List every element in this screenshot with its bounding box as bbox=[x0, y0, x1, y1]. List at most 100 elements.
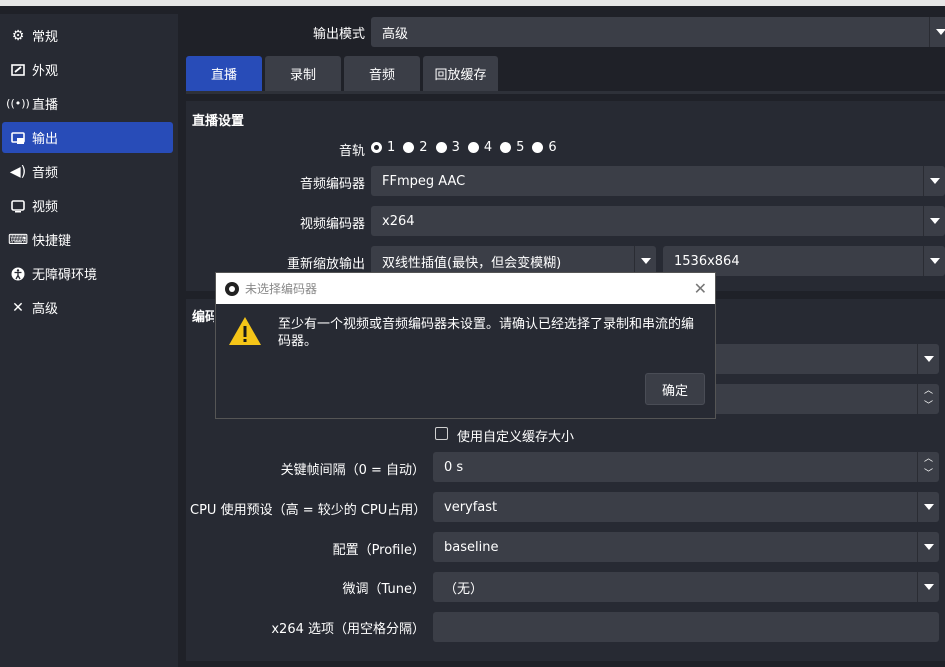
sidebar-item-output[interactable]: 输出 bbox=[2, 122, 173, 153]
tab-stream[interactable]: 直播 bbox=[186, 56, 262, 91]
window-top-edge bbox=[0, 0, 945, 6]
sidebar-item-label: 音频 bbox=[32, 166, 59, 181]
chevron-down-icon bbox=[917, 572, 939, 602]
output-mode-select[interactable]: 高级 bbox=[371, 17, 945, 47]
sidebar-item-label: 无障碍环境 bbox=[32, 268, 98, 283]
dialog-titlebar: 未选择编码器 ✕ bbox=[216, 273, 715, 304]
paint-icon bbox=[10, 62, 26, 78]
keyframe-interval-value: 0 s bbox=[444, 459, 464, 475]
track-label: 1 bbox=[387, 140, 396, 155]
dialog-title: 未选择编码器 bbox=[245, 282, 318, 296]
track-radio-2[interactable]: 2 bbox=[403, 140, 428, 155]
chevron-down-icon bbox=[917, 344, 939, 374]
keyboard-icon: ⌨ bbox=[7, 231, 29, 248]
tune-select[interactable]: （无） bbox=[433, 572, 939, 602]
sidebar-item-stream[interactable]: ((•)) 直播 bbox=[2, 88, 173, 119]
track-label: 4 bbox=[483, 140, 493, 155]
radio-icon bbox=[403, 142, 415, 153]
sidebar-item-hotkeys[interactable]: ⌨ 快捷键 bbox=[2, 224, 173, 255]
sidebar-item-label: 外观 bbox=[32, 64, 59, 79]
profile-label: 配置（Profile） bbox=[332, 543, 425, 558]
sidebar-item-general[interactable]: ⚙ 常规 bbox=[2, 20, 173, 51]
output-mode-value: 高级 bbox=[382, 26, 409, 42]
sidebar-item-appearance[interactable]: 外观 bbox=[2, 54, 173, 85]
track-radio-3[interactable]: 3 bbox=[435, 140, 460, 155]
spinner-icon[interactable]: ︿ ﹀ bbox=[917, 384, 939, 414]
output-mode-label: 输出模式 bbox=[312, 27, 365, 42]
chevron-down-icon bbox=[917, 532, 939, 562]
cpu-preset-value: veryfast bbox=[444, 499, 498, 515]
encoder-settings-title: 编码器设置 bbox=[192, 310, 214, 325]
radio-icon bbox=[435, 142, 447, 153]
settings-sidebar: ⚙ 常规 外观 ((•)) 直播 输出 ◀) 音频 视频 ⌨ 快捷键 无障碍环境 bbox=[0, 14, 178, 667]
sidebar-item-label: 输出 bbox=[32, 132, 59, 147]
custom-buffer-label: 使用自定义缓存大小 bbox=[457, 430, 575, 445]
rescale-filter-value: 双线性插值(最快，但会变模糊) bbox=[382, 255, 562, 271]
tune-label: 微调（Tune） bbox=[342, 582, 425, 597]
sidebar-item-advanced[interactable]: ✕ 高级 bbox=[2, 292, 173, 323]
sidebar-item-audio[interactable]: ◀) 音频 bbox=[2, 156, 173, 187]
tab-underline bbox=[186, 91, 945, 94]
sidebar-item-label: 直播 bbox=[32, 98, 59, 113]
track-label: 2 bbox=[419, 140, 428, 155]
track-radio-6[interactable]: 6 bbox=[532, 140, 557, 155]
spinner-icon[interactable]: ︿ ﹀ bbox=[917, 452, 939, 482]
video-encoder-value: x264 bbox=[382, 213, 415, 229]
tools-icon: ✕ bbox=[12, 299, 24, 316]
ok-button[interactable]: 确定 bbox=[645, 373, 705, 405]
x264-options-input[interactable] bbox=[433, 612, 939, 642]
tab-audio[interactable]: 音频 bbox=[344, 56, 420, 91]
chevron-down-icon bbox=[923, 246, 945, 276]
sidebar-item-label: 常规 bbox=[32, 30, 59, 45]
track-label: 5 bbox=[516, 140, 525, 155]
no-encoder-dialog: 未选择编码器 ✕ 至少有一个视频或音频编码器未设置。请确认已经选择了录制和串流的… bbox=[215, 272, 716, 419]
output-tabs: 直播 录制 音频 回放缓存 bbox=[186, 56, 498, 91]
chevron-down-icon bbox=[917, 492, 939, 522]
keyframe-interval-spinbox[interactable]: 0 s ︿ ﹀ bbox=[433, 452, 939, 482]
sidebar-item-label: 快捷键 bbox=[32, 234, 72, 249]
track-label: 3 bbox=[451, 140, 460, 155]
close-icon[interactable]: ✕ bbox=[694, 279, 707, 298]
profile-value: baseline bbox=[444, 539, 499, 555]
sidebar-item-accessibility[interactable]: 无障碍环境 bbox=[2, 258, 173, 289]
rescale-output-label: 重新缩放输出 bbox=[286, 257, 365, 272]
track-radio-4[interactable]: 4 bbox=[467, 140, 493, 155]
sidebar-item-video[interactable]: 视频 bbox=[2, 190, 173, 221]
audio-track-radio-group: 1 2 3 4 5 6 bbox=[371, 140, 565, 155]
custom-buffer-checkbox[interactable] bbox=[435, 427, 448, 440]
speaker-icon: ◀) bbox=[9, 163, 27, 180]
audio-encoder-value: FFmpeg AAC bbox=[382, 173, 466, 189]
gear-icon: ⚙ bbox=[11, 27, 25, 44]
broadcast-icon: ((•)) bbox=[6, 97, 30, 110]
profile-select[interactable]: baseline bbox=[433, 532, 939, 562]
audio-encoder-select[interactable]: FFmpeg AAC bbox=[371, 166, 945, 196]
dialog-message: 至少有一个视频或音频编码器未设置。请确认已经选择了录制和串流的编码器。 bbox=[278, 317, 695, 349]
track-radio-1[interactable]: 1 bbox=[371, 140, 395, 155]
track-radio-5[interactable]: 5 bbox=[500, 140, 524, 155]
keyframe-interval-label: 关键帧间隔（0 = 自动） bbox=[280, 463, 425, 478]
sidebar-item-label: 高级 bbox=[32, 302, 59, 317]
cpu-preset-select[interactable]: veryfast bbox=[433, 492, 939, 522]
chevron-down-icon bbox=[929, 17, 945, 47]
output-icon bbox=[10, 130, 26, 146]
sidebar-item-label: 视频 bbox=[32, 200, 59, 215]
tab-recording[interactable]: 录制 bbox=[265, 56, 341, 91]
x264-options-label: x264 选项（用空格分隔） bbox=[271, 622, 425, 637]
audio-encoder-label: 音频编码器 bbox=[299, 177, 365, 192]
rescale-resolution-value: 1536x864 bbox=[674, 253, 740, 269]
radio-selected-icon bbox=[371, 142, 382, 153]
cpu-preset-label: CPU 使用预设（高 = 较少的 CPU占用） bbox=[190, 503, 427, 518]
tab-replay-buffer[interactable]: 回放缓存 bbox=[423, 56, 498, 91]
obs-logo-icon bbox=[225, 281, 239, 296]
warning-icon bbox=[229, 317, 261, 345]
monitor-icon bbox=[10, 198, 26, 214]
radio-icon bbox=[500, 142, 512, 153]
video-encoder-select[interactable]: x264 bbox=[371, 206, 945, 236]
tune-value: （无） bbox=[444, 581, 484, 597]
chevron-down-icon bbox=[923, 206, 945, 236]
chevron-down-icon bbox=[923, 166, 945, 196]
radio-icon bbox=[467, 142, 479, 153]
track-label: 6 bbox=[548, 140, 557, 155]
radio-icon bbox=[532, 142, 544, 153]
accessibility-icon bbox=[10, 266, 26, 282]
